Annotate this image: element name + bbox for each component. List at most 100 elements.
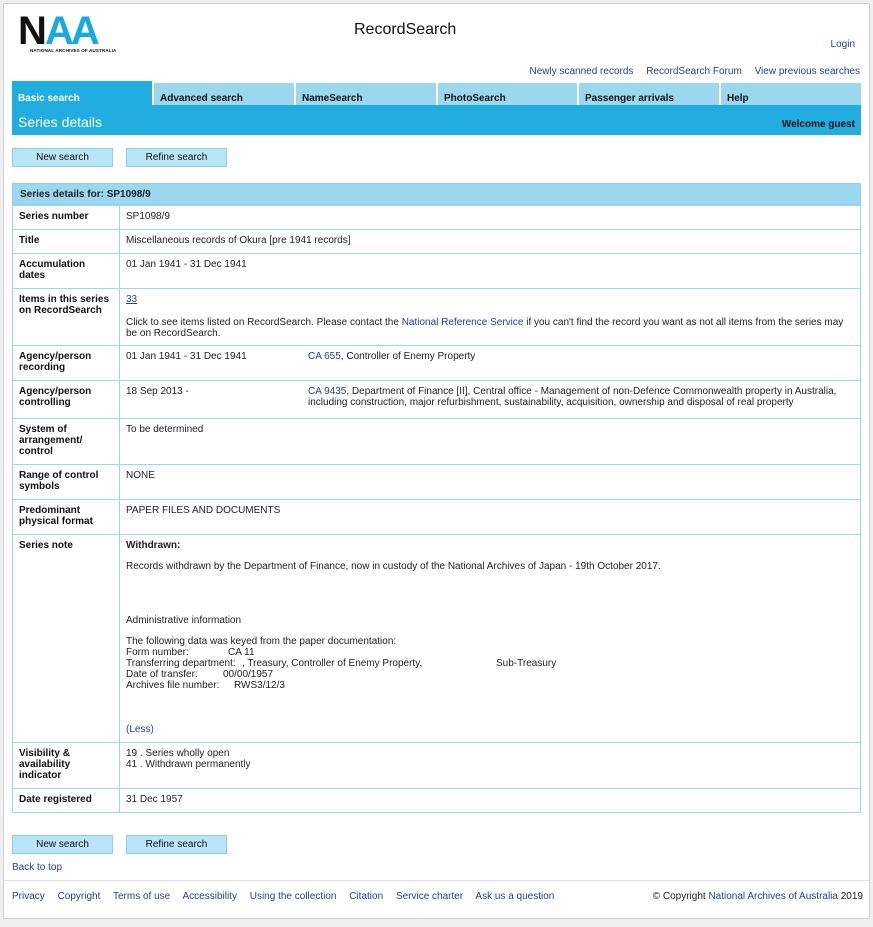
file-label: Archives file number:: [126, 680, 220, 691]
svg-text:AA: AA: [45, 12, 99, 48]
svg-text:N: N: [18, 12, 45, 48]
series-details: Series details for: SP1098/9 Series numb…: [12, 183, 861, 813]
national-reference-service-link[interactable]: National Reference Service: [402, 317, 524, 328]
admin-file-row: Archives file number: RWS3/12/3: [126, 680, 854, 691]
registered-value: 31 Dec 1957: [119, 788, 861, 813]
details-heading-label: Series details for:: [20, 189, 104, 200]
range-value: NONE: [119, 464, 861, 500]
tab-help[interactable]: Help: [719, 83, 861, 105]
controlling-agency-name: , Department of Finance [II], Central of…: [308, 386, 837, 408]
date-label: Date of transfer:: [126, 669, 198, 680]
new-search-button-top[interactable]: New search: [12, 148, 113, 167]
accumulation-value: 01 Jan 1941 - 31 Dec 1941: [119, 253, 861, 289]
details-heading-value: SP1098/9: [106, 189, 151, 200]
items-count-link[interactable]: 33: [126, 294, 854, 305]
row-label: Range of control symbols: [12, 464, 120, 500]
form-label: Form number:: [126, 647, 189, 658]
top-links: Newly scanned records RecordSearch Forum…: [519, 66, 860, 77]
footer-terms-link[interactable]: Terms of use: [113, 891, 170, 902]
tab-advanced-search[interactable]: Advanced search: [152, 83, 294, 105]
refine-search-button-top[interactable]: Refine search: [126, 148, 227, 167]
details-table: Series number SP1098/9 Title Miscellaneo…: [12, 205, 861, 813]
row-label: Items in this series on RecordSearch: [12, 288, 120, 346]
controlling-date: 18 Sep 2013 -: [126, 386, 189, 397]
footer-divider: [4, 880, 869, 881]
tab-passenger-arrivals[interactable]: Passenger arrivals: [577, 83, 719, 105]
items-value: 33 Click to see items listed on RecordSe…: [119, 288, 861, 346]
main-tabs: Basic search Advanced search NameSearch …: [12, 81, 861, 105]
recording-agency-link[interactable]: CA 655: [308, 351, 341, 362]
page-header-bar: Series details Welcome guest: [12, 105, 861, 135]
naa-logo-mark: N AA: [18, 9, 102, 53]
footer-citation-link[interactable]: Citation: [349, 891, 383, 902]
newly-scanned-link[interactable]: Newly scanned records: [529, 66, 633, 77]
table-row: Visibility & availability indicator 19 .…: [12, 742, 861, 789]
controlling-value: 18 Sep 2013 - CA 9435, Department of Fina…: [119, 380, 861, 419]
row-label: Date registered: [12, 788, 120, 813]
forum-link[interactable]: RecordSearch Forum: [646, 66, 742, 77]
footer-links: Privacy Copyright Terms of use Accessibi…: [12, 891, 564, 902]
row-label: Series note: [12, 534, 120, 743]
table-row: System of arrangement/ control To be det…: [12, 418, 861, 465]
series-note-value: Withdrawn: Records withdrawn by the Depa…: [119, 534, 861, 743]
tab-namesearch[interactable]: NameSearch: [294, 83, 436, 105]
row-label: Predominant physical format: [12, 499, 120, 535]
refine-search-button-bottom[interactable]: Refine search: [126, 835, 227, 854]
date-value: 00/00/1957: [223, 669, 274, 680]
login-link[interactable]: Login: [831, 39, 855, 50]
footer-ask-link[interactable]: Ask us a question: [475, 891, 554, 902]
visibility-line-2: 41 . Withdrawn permanently: [126, 759, 251, 770]
logo-subtitle: NATIONAL ARCHIVES OF AUSTRALIA: [30, 48, 117, 53]
recording-date: 01 Jan 1941 - 31 Dec 1941: [126, 351, 247, 362]
welcome-text: Welcome guest: [781, 119, 855, 130]
tab-basic-search[interactable]: Basic search: [12, 81, 152, 105]
previous-searches-link[interactable]: View previous searches: [755, 66, 860, 77]
table-row: Date registered 31 Dec 1957: [12, 788, 861, 813]
table-row: Accumulation dates 01 Jan 1941 - 31 Dec …: [12, 253, 861, 289]
less-link[interactable]: (Less): [126, 724, 854, 735]
visibility-value: 19 . Series wholly open 41 . Withdrawn p…: [119, 742, 861, 789]
row-label: Visibility & availability indicator: [12, 742, 120, 789]
page-title: Series details: [18, 114, 103, 130]
row-label: Title: [12, 229, 120, 254]
recording-agency: CA 655, Controller of Enemy Property: [308, 351, 838, 362]
footer-privacy-link[interactable]: Privacy: [12, 891, 45, 902]
admin-info: The following data was keyed from the pa…: [126, 636, 854, 691]
table-row: Agency/person recording 01 Jan 1941 - 31…: [12, 345, 861, 381]
table-row: Range of control symbols NONE: [12, 464, 861, 500]
footer-service-charter-link[interactable]: Service charter: [396, 891, 463, 902]
transfer-extra: Sub-Treasury: [496, 658, 557, 669]
row-label: Series number: [12, 205, 120, 230]
table-row: Items in this series on RecordSearch 33 …: [12, 288, 861, 346]
file-value: RWS3/12/3: [234, 680, 285, 691]
admin-title: Administrative information: [126, 615, 242, 626]
format-value: PAPER FILES AND DOCUMENTS: [119, 499, 861, 535]
admin-intro: The following data was keyed from the pa…: [126, 636, 397, 647]
visibility-line-1: 19 . Series wholly open: [126, 748, 230, 759]
table-row: Agency/person controlling 18 Sep 2013 - C…: [12, 380, 861, 419]
items-text-before: Click to see items listed on RecordSearc…: [126, 317, 402, 328]
copyright-org-link[interactable]: National Archives of Australia: [708, 891, 838, 902]
table-row: Series note Withdrawn: Records withdrawn…: [12, 534, 861, 743]
footer-copyright-link[interactable]: Copyright: [58, 891, 101, 902]
transfer-value: , Treasury, Controller of Enemy Property…: [242, 658, 423, 669]
row-label: System of arrangement/ control: [12, 418, 120, 465]
back-to-top-link[interactable]: Back to top: [12, 862, 62, 873]
table-row: Series number SP1098/9: [12, 205, 861, 230]
admin-date-row: Date of transfer: 00/00/1957: [126, 669, 854, 680]
row-label: Agency/person controlling: [12, 380, 120, 419]
recording-agency-name: , Controller of Enemy Property: [340, 351, 476, 362]
footer-using-collection-link[interactable]: Using the collection: [250, 891, 337, 902]
recording-value: 01 Jan 1941 - 31 Dec 1941 CA 655, Control…: [119, 345, 861, 381]
system-value: To be determined: [119, 418, 861, 465]
copyright-year: 2019: [837, 891, 863, 902]
controlling-agency-link[interactable]: CA 9435: [308, 386, 346, 397]
tab-photosearch[interactable]: PhotoSearch: [436, 83, 577, 105]
controlling-agency: CA 9435, Department of Finance [II], Cen…: [308, 386, 838, 408]
form-value: CA 11: [228, 647, 255, 658]
admin-transfer-row: Transferring department: , Treasury, Cont…: [126, 658, 854, 669]
new-search-button-bottom[interactable]: New search: [12, 835, 113, 854]
title-value: Miscellaneous records of Okura [pre 1941…: [119, 229, 861, 254]
items-help-text: Click to see items listed on RecordSearc…: [126, 317, 854, 339]
footer-accessibility-link[interactable]: Accessibility: [182, 891, 236, 902]
